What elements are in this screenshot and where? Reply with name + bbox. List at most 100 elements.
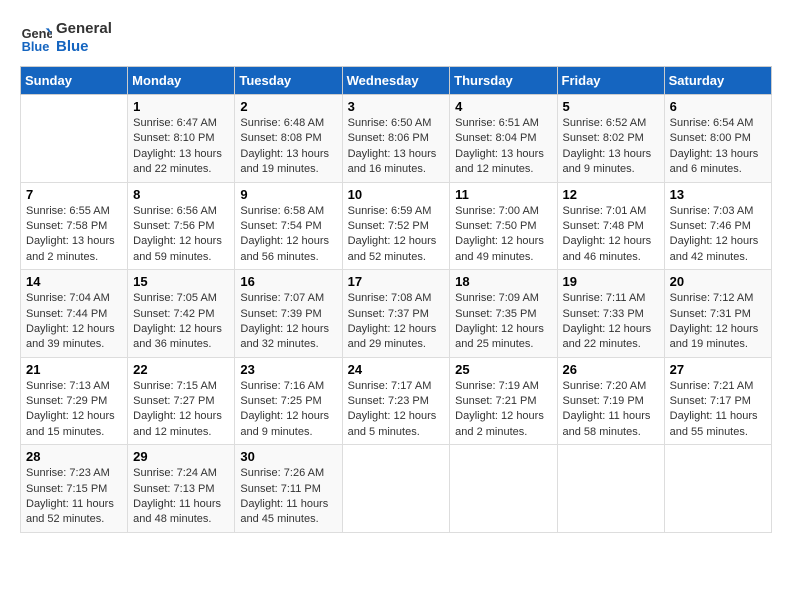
day-info: Sunrise: 6:58 AM Sunset: 7:54 PM Dayligh… bbox=[240, 204, 336, 266]
day-number: 30 bbox=[240, 449, 336, 464]
day-number: 12 bbox=[563, 187, 659, 202]
calendar-week-row: 1 Sunrise: 6:47 AM Sunset: 8:10 PM Daylig… bbox=[21, 95, 772, 183]
calendar-cell: 22 Sunrise: 7:15 AM Sunset: 7:27 PM Dayli… bbox=[128, 357, 235, 445]
day-info: Sunrise: 7:21 AM Sunset: 7:17 PM Dayligh… bbox=[670, 379, 766, 441]
day-number: 29 bbox=[133, 449, 229, 464]
calendar-cell: 13 Sunrise: 7:03 AM Sunset: 7:46 PM Dayli… bbox=[664, 182, 771, 270]
day-number: 8 bbox=[133, 187, 229, 202]
calendar-cell: 2 Sunrise: 6:48 AM Sunset: 8:08 PM Daylig… bbox=[235, 95, 342, 183]
day-info: Sunrise: 7:26 AM Sunset: 7:11 PM Dayligh… bbox=[240, 466, 336, 528]
day-number: 1 bbox=[133, 99, 229, 114]
weekday-header: Thursday bbox=[450, 67, 557, 95]
day-number: 11 bbox=[455, 187, 551, 202]
weekday-header: Tuesday bbox=[235, 67, 342, 95]
calendar-cell: 10Sunrise: 6:59 AM Sunset: 7:52 PM Dayli… bbox=[342, 182, 450, 270]
day-info: Sunrise: 7:09 AM Sunset: 7:35 PM Dayligh… bbox=[455, 291, 551, 353]
calendar-cell: 20 Sunrise: 7:12 AM Sunset: 7:31 PM Dayli… bbox=[664, 270, 771, 358]
calendar-cell: 19 Sunrise: 7:11 AM Sunset: 7:33 PM Dayli… bbox=[557, 270, 664, 358]
calendar-cell bbox=[450, 445, 557, 533]
calendar-cell: 17 Sunrise: 7:08 AM Sunset: 7:37 PM Dayli… bbox=[342, 270, 450, 358]
day-info: Sunrise: 6:47 AM Sunset: 8:10 PM Dayligh… bbox=[133, 116, 229, 178]
day-number: 13 bbox=[670, 187, 766, 202]
day-number: 6 bbox=[670, 99, 766, 114]
day-info: Sunrise: 6:55 AM Sunset: 7:58 PM Dayligh… bbox=[26, 204, 122, 266]
day-number: 27 bbox=[670, 362, 766, 377]
day-info: Sunrise: 7:12 AM Sunset: 7:31 PM Dayligh… bbox=[670, 291, 766, 353]
day-number: 25 bbox=[455, 362, 551, 377]
day-number: 9 bbox=[240, 187, 336, 202]
weekday-header: Friday bbox=[557, 67, 664, 95]
calendar-week-row: 21Sunrise: 7:13 AM Sunset: 7:29 PM Dayli… bbox=[21, 357, 772, 445]
day-info: Sunrise: 6:51 AM Sunset: 8:04 PM Dayligh… bbox=[455, 116, 551, 178]
day-number: 7 bbox=[26, 187, 122, 202]
calendar-week-row: 14Sunrise: 7:04 AM Sunset: 7:44 PM Dayli… bbox=[21, 270, 772, 358]
day-info: Sunrise: 7:05 AM Sunset: 7:42 PM Dayligh… bbox=[133, 291, 229, 353]
day-info: Sunrise: 7:17 AM Sunset: 7:23 PM Dayligh… bbox=[348, 379, 445, 441]
calendar-cell: 15 Sunrise: 7:05 AM Sunset: 7:42 PM Dayli… bbox=[128, 270, 235, 358]
calendar-cell: 8 Sunrise: 6:56 AM Sunset: 7:56 PM Daylig… bbox=[128, 182, 235, 270]
day-info: Sunrise: 7:01 AM Sunset: 7:48 PM Dayligh… bbox=[563, 204, 659, 266]
calendar-cell: 18 Sunrise: 7:09 AM Sunset: 7:35 PM Dayli… bbox=[450, 270, 557, 358]
day-info: Sunrise: 7:20 AM Sunset: 7:19 PM Dayligh… bbox=[563, 379, 659, 441]
calendar-cell: 21Sunrise: 7:13 AM Sunset: 7:29 PM Dayli… bbox=[21, 357, 128, 445]
day-info: Sunrise: 7:11 AM Sunset: 7:33 PM Dayligh… bbox=[563, 291, 659, 353]
day-number: 19 bbox=[563, 274, 659, 289]
day-number: 10 bbox=[348, 187, 445, 202]
calendar-cell: 25 Sunrise: 7:19 AM Sunset: 7:21 PM Dayli… bbox=[450, 357, 557, 445]
day-number: 18 bbox=[455, 274, 551, 289]
day-info: Sunrise: 7:19 AM Sunset: 7:21 PM Dayligh… bbox=[455, 379, 551, 441]
day-number: 21 bbox=[26, 362, 122, 377]
calendar-cell: 16 Sunrise: 7:07 AM Sunset: 7:39 PM Dayli… bbox=[235, 270, 342, 358]
calendar-cell: 12 Sunrise: 7:01 AM Sunset: 7:48 PM Dayli… bbox=[557, 182, 664, 270]
day-info: Sunrise: 7:00 AM Sunset: 7:50 PM Dayligh… bbox=[455, 204, 551, 266]
calendar-cell: 30 Sunrise: 7:26 AM Sunset: 7:11 PM Dayli… bbox=[235, 445, 342, 533]
day-number: 15 bbox=[133, 274, 229, 289]
day-number: 2 bbox=[240, 99, 336, 114]
calendar-cell: 26 Sunrise: 7:20 AM Sunset: 7:19 PM Dayli… bbox=[557, 357, 664, 445]
logo: General Blue General Blue bbox=[20, 20, 112, 56]
day-number: 17 bbox=[348, 274, 445, 289]
day-number: 22 bbox=[133, 362, 229, 377]
day-info: Sunrise: 6:48 AM Sunset: 8:08 PM Dayligh… bbox=[240, 116, 336, 178]
day-info: Sunrise: 7:03 AM Sunset: 7:46 PM Dayligh… bbox=[670, 204, 766, 266]
logo-general: General bbox=[56, 20, 112, 38]
calendar-week-row: 7 Sunrise: 6:55 AM Sunset: 7:58 PM Daylig… bbox=[21, 182, 772, 270]
calendar-cell: 23Sunrise: 7:16 AM Sunset: 7:25 PM Dayli… bbox=[235, 357, 342, 445]
day-info: Sunrise: 6:56 AM Sunset: 7:56 PM Dayligh… bbox=[133, 204, 229, 266]
calendar-cell: 5 Sunrise: 6:52 AM Sunset: 8:02 PM Daylig… bbox=[557, 95, 664, 183]
day-number: 14 bbox=[26, 274, 122, 289]
day-number: 16 bbox=[240, 274, 336, 289]
day-number: 3 bbox=[348, 99, 445, 114]
day-number: 20 bbox=[670, 274, 766, 289]
calendar-table: SundayMondayTuesdayWednesdayThursdayFrid… bbox=[20, 66, 772, 533]
calendar-cell: 27 Sunrise: 7:21 AM Sunset: 7:17 PM Dayli… bbox=[664, 357, 771, 445]
day-info: Sunrise: 7:15 AM Sunset: 7:27 PM Dayligh… bbox=[133, 379, 229, 441]
day-info: Sunrise: 7:08 AM Sunset: 7:37 PM Dayligh… bbox=[348, 291, 445, 353]
calendar-cell: 14Sunrise: 7:04 AM Sunset: 7:44 PM Dayli… bbox=[21, 270, 128, 358]
calendar-cell: 28 Sunrise: 7:23 AM Sunset: 7:15 PM Dayli… bbox=[21, 445, 128, 533]
weekday-header: Sunday bbox=[21, 67, 128, 95]
day-info: Sunrise: 7:24 AM Sunset: 7:13 PM Dayligh… bbox=[133, 466, 229, 528]
day-info: Sunrise: 7:23 AM Sunset: 7:15 PM Dayligh… bbox=[26, 466, 122, 528]
calendar-cell bbox=[664, 445, 771, 533]
calendar-cell bbox=[557, 445, 664, 533]
weekday-header: Saturday bbox=[664, 67, 771, 95]
day-info: Sunrise: 7:16 AM Sunset: 7:25 PM Dayligh… bbox=[240, 379, 336, 441]
day-number: 5 bbox=[563, 99, 659, 114]
day-number: 4 bbox=[455, 99, 551, 114]
calendar-cell: 24 Sunrise: 7:17 AM Sunset: 7:23 PM Dayli… bbox=[342, 357, 450, 445]
day-number: 24 bbox=[348, 362, 445, 377]
calendar-week-row: 28 Sunrise: 7:23 AM Sunset: 7:15 PM Dayli… bbox=[21, 445, 772, 533]
day-info: Sunrise: 7:07 AM Sunset: 7:39 PM Dayligh… bbox=[240, 291, 336, 353]
weekday-header: Wednesday bbox=[342, 67, 450, 95]
day-info: Sunrise: 6:54 AM Sunset: 8:00 PM Dayligh… bbox=[670, 116, 766, 178]
calendar-cell: 3Sunrise: 6:50 AM Sunset: 8:06 PM Daylig… bbox=[342, 95, 450, 183]
day-number: 26 bbox=[563, 362, 659, 377]
day-number: 28 bbox=[26, 449, 122, 464]
calendar-cell: 6 Sunrise: 6:54 AM Sunset: 8:00 PM Daylig… bbox=[664, 95, 771, 183]
logo-blue: Blue bbox=[56, 38, 112, 56]
calendar-cell: 9 Sunrise: 6:58 AM Sunset: 7:54 PM Daylig… bbox=[235, 182, 342, 270]
day-info: Sunrise: 6:52 AM Sunset: 8:02 PM Dayligh… bbox=[563, 116, 659, 178]
svg-text:Blue: Blue bbox=[22, 39, 50, 54]
calendar-cell: 11 Sunrise: 7:00 AM Sunset: 7:50 PM Dayli… bbox=[450, 182, 557, 270]
